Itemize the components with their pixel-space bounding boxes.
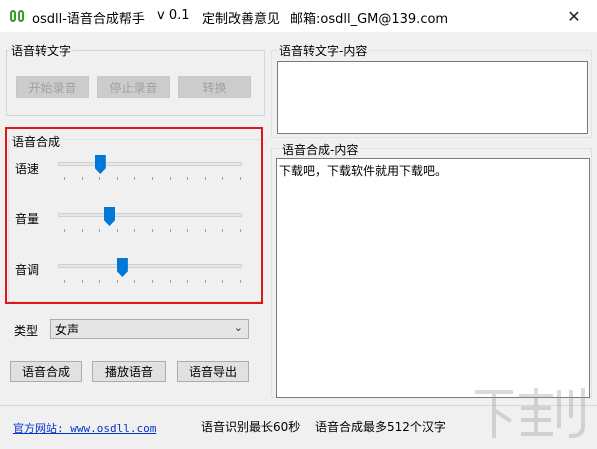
synthesis-content-title: 语音合成-内容 [280,141,361,158]
play-button[interactable]: 播放语音 [92,361,166,382]
slider-tick [169,280,171,283]
slider-tick [64,177,65,180]
slider-tick [204,177,206,180]
synthesis-content-text: 下载吧，下载软件就用下载吧。 [279,164,448,178]
slider-tick [99,177,101,180]
slider-tick [240,229,241,232]
stt-content-text [278,62,587,68]
voice-type-value: 女声 [55,322,80,337]
slider-tick [116,177,118,180]
slider-tick [64,229,65,232]
pitch-label: 音调 [15,263,40,277]
slider-tick [81,177,83,180]
version-label: v 0.1 [157,8,190,23]
synthesis-limit-text: 语音合成最多512个汉字 [315,420,446,434]
type-label: 类型 [14,324,39,338]
synthesize-button[interactable]: 语音合成 [10,361,82,382]
slider-tick [64,280,65,283]
stt-content-textbox[interactable] [277,61,588,134]
app-icon [9,8,25,24]
slider-tick [222,229,224,232]
volume-track [58,213,242,217]
slider-tick [134,229,136,232]
slider-tick [99,280,101,283]
slider-tick [169,177,171,180]
speed-track [58,162,242,166]
pitch-track [58,264,242,268]
speed-label: 语速 [15,162,40,176]
export-button[interactable]: 语音导出 [177,361,249,382]
slider-tick [152,229,153,232]
email-label: 邮箱:osdll_GM@139.com [290,12,449,27]
convert-button[interactable]: 转换 [178,76,251,98]
slider-tick [169,229,171,232]
slider-tick [134,177,136,180]
slider-tick [116,229,118,232]
synthesis-title: 语音合成 [10,133,63,150]
slider-tick [81,229,83,232]
chevron-down-icon: ⌄ [233,321,243,334]
slider-tick [81,280,83,283]
volume-label: 音量 [15,212,40,226]
voice-type-select[interactable]: 女声 ⌄ [50,319,249,339]
recognition-limit-text: 语音识别最长60秒 [201,420,301,434]
speech-to-text-title: 语音转文字 [9,42,74,59]
slider-tick [222,280,224,283]
website-link[interactable]: 官方网站: www.osdll.com [13,420,156,436]
window-title: osdll-语音合成帮手 [32,12,145,27]
slider-tick [187,177,189,180]
slider-tick [187,229,189,232]
slider-tick [116,280,118,283]
slider-tick [204,280,206,283]
slider-tick [222,177,224,180]
slider-tick [204,229,206,232]
slider-tick [240,177,241,180]
title-bar: osdll-语音合成帮手 v 0.1 定制改善意见 邮箱:osdll_GM@13… [0,0,597,32]
slider-tick [134,280,136,283]
close-icon: ✕ [567,6,581,26]
slider-tick [187,280,189,283]
slider-tick [152,280,153,283]
feedback-link[interactable]: 定制改善意见 [202,8,280,27]
close-button[interactable]: ✕ [551,0,597,32]
stt-content-title: 语音转文字-内容 [277,42,370,59]
start-recording-button[interactable]: 开始录音 [16,76,89,98]
slider-tick [152,177,153,180]
synthesis-content-textbox[interactable]: 下载吧，下载软件就用下载吧。 [276,158,590,398]
watermark-logo [475,388,585,439]
slider-tick [240,280,241,283]
slider-tick [99,229,101,232]
stop-recording-button[interactable]: 停止录音 [97,76,170,98]
